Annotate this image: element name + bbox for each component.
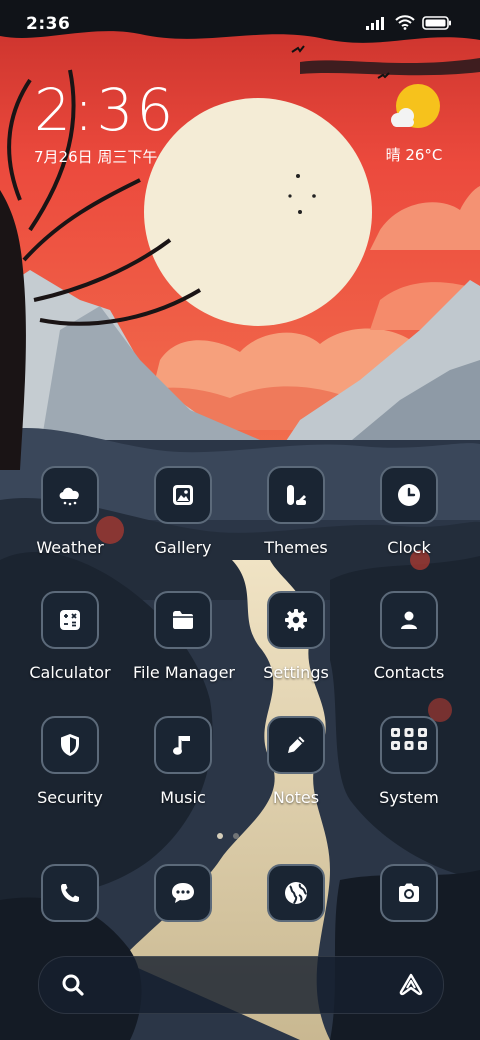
search-icon[interactable] <box>59 971 87 999</box>
status-time: 2:36 <box>26 14 71 34</box>
battery-icon <box>422 15 452 34</box>
app-contacts[interactable]: Contacts <box>359 591 459 682</box>
app-label: File Manager <box>133 663 235 682</box>
dock-phone[interactable] <box>20 864 120 922</box>
app-gallery[interactable]: Gallery <box>133 466 233 557</box>
page-indicator <box>233 833 239 839</box>
clock-icon <box>380 466 438 524</box>
dock-camera[interactable] <box>359 864 459 922</box>
app-clock[interactable]: Clock <box>359 466 459 557</box>
status-bar: 2:36 <box>0 0 480 48</box>
globe-icon <box>267 864 325 922</box>
status-icons <box>366 15 452 34</box>
app-themes[interactable]: Themes <box>246 466 346 557</box>
gear-icon <box>267 591 325 649</box>
app-label: Themes <box>264 538 328 557</box>
weather-cloud-icon <box>41 466 99 524</box>
wifi-icon <box>395 15 415 34</box>
app-label: Settings <box>263 663 329 682</box>
calculator-icon <box>41 591 99 649</box>
app-label: Clock <box>387 538 431 557</box>
search-bar[interactable] <box>38 956 444 1014</box>
app-calculator[interactable]: Calculator <box>20 591 120 682</box>
signal-icon <box>366 15 388 34</box>
assistant-icon[interactable] <box>397 971 425 999</box>
message-icon <box>154 864 212 922</box>
themes-icon <box>267 466 325 524</box>
app-system-folder[interactable]: System <box>359 716 459 807</box>
app-label: Notes <box>272 788 320 807</box>
folder-icon <box>154 591 212 649</box>
app-weather[interactable]: Weather <box>20 466 120 557</box>
app-label: Music <box>160 788 206 807</box>
app-label: Contacts <box>373 663 445 682</box>
dock-messages[interactable] <box>133 864 233 922</box>
clock-widget[interactable]: 2:36 7月26日 周三下午 <box>34 80 176 167</box>
app-label: Gallery <box>154 538 212 557</box>
app-label: System <box>379 788 439 807</box>
clock-time: 2:36 <box>34 76 177 144</box>
app-settings[interactable]: Settings <box>246 591 346 682</box>
music-note-icon <box>154 716 212 774</box>
app-file-manager[interactable]: File Manager <box>133 591 235 682</box>
contact-icon <box>380 591 438 649</box>
app-label: Calculator <box>29 663 111 682</box>
weather-text: 晴 26°C <box>385 146 443 164</box>
camera-icon <box>380 864 438 922</box>
pencil-icon <box>267 716 325 774</box>
app-music[interactable]: Music <box>133 716 233 807</box>
dock-browser[interactable] <box>246 864 346 922</box>
clock-date: 7月26日 周三下午 <box>34 148 158 166</box>
home-screen: 2:36 2:36 7月26日 周三下午 晴 26°C Weather Gall… <box>0 0 480 1040</box>
sun-cloud-icon <box>384 82 444 144</box>
app-notes[interactable]: Notes <box>246 716 346 807</box>
phone-icon <box>41 864 99 922</box>
folder-grid-icon <box>380 716 438 774</box>
weather-widget[interactable]: 晴 26°C <box>384 82 444 165</box>
app-label: Weather <box>36 538 104 557</box>
gallery-icon <box>154 466 212 524</box>
page-indicator-active <box>217 833 223 839</box>
app-label: Security <box>37 788 103 807</box>
shield-icon <box>41 716 99 774</box>
app-security[interactable]: Security <box>20 716 120 807</box>
